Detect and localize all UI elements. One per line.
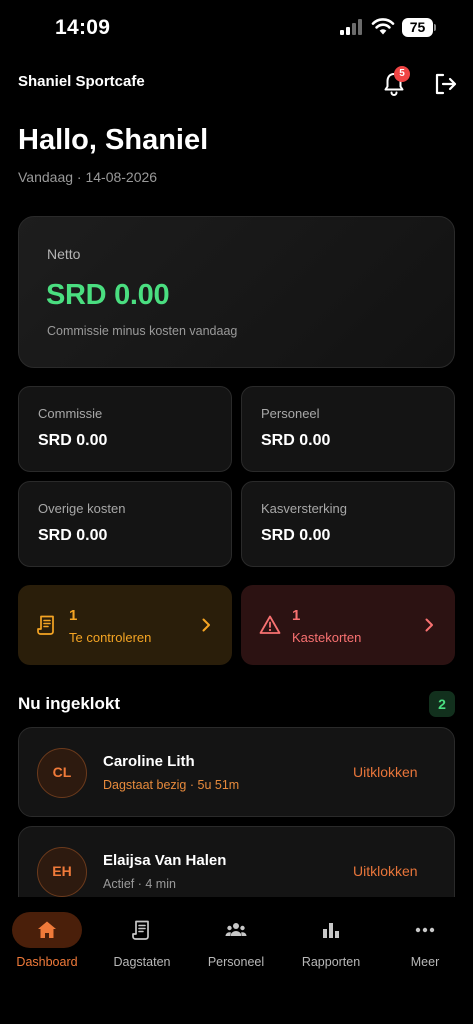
cellular-signal-icon <box>340 19 362 35</box>
battery-level: 75 <box>402 18 433 37</box>
stat-value: SRD 0.00 <box>38 527 108 544</box>
netto-value: SRD 0.00 <box>46 279 170 311</box>
receipt-icon <box>37 615 54 635</box>
bar-chart-icon <box>323 923 339 938</box>
stat-label: Commissie <box>38 406 103 421</box>
nav-item-personeel[interactable]: Personeel <box>189 912 283 972</box>
netto-subtitle: Commissie minus kosten vandaag <box>47 324 238 338</box>
document-icon <box>132 920 149 940</box>
stat-label: Overige kosten <box>38 501 126 516</box>
bottom-navigation: Dashboard Dagstaten Personeel Rapporten <box>0 897 473 1024</box>
nav-label: Dagstaten <box>113 955 171 969</box>
netto-card: Netto SRD 0.00 Commissie minus kosten va… <box>18 216 455 368</box>
person-status: Actief · 4 min <box>103 877 176 891</box>
warning-icon <box>259 615 281 634</box>
alert-count: 1 <box>69 607 78 624</box>
date-line: Vandaag · 14-08-2026 <box>18 169 158 185</box>
stat-card-personeel: Personeel SRD 0.00 <box>241 386 455 472</box>
clock-out-button[interactable]: Uitklokken <box>353 863 418 879</box>
avatar: EH <box>37 847 87 897</box>
more-icon <box>415 927 435 933</box>
stat-card-overige-kosten: Overige kosten SRD 0.00 <box>18 481 232 567</box>
notification-badge: 5 <box>394 66 410 82</box>
battery-icon: 75 <box>402 18 436 37</box>
netto-label: Netto <box>47 246 81 262</box>
stat-value: SRD 0.00 <box>261 527 331 544</box>
greeting-title: Hallo, Shaniel <box>18 124 209 156</box>
alert-count: 1 <box>292 607 301 624</box>
stat-label: Kasversterking <box>261 501 347 516</box>
wifi-icon <box>371 18 395 35</box>
alert-label: Te controleren <box>69 630 152 645</box>
alert-card-kastekorten[interactable]: 1 Kastekorten <box>241 585 455 665</box>
clock-out-button[interactable]: Uitklokken <box>353 764 418 780</box>
stat-card-kasversterking: Kasversterking SRD 0.00 <box>241 481 455 567</box>
logout-icon[interactable] <box>432 70 460 98</box>
person-name: Caroline Lith <box>103 753 195 770</box>
people-icon <box>225 923 247 936</box>
chevron-right-icon <box>425 618 433 632</box>
nav-label: Dashboard <box>16 955 78 969</box>
avatar: CL <box>37 748 87 798</box>
nav-label: Meer <box>410 955 440 969</box>
home-icon <box>38 921 56 938</box>
section-title-clocked-in: Nu ingeklokt <box>18 694 121 713</box>
nav-label: Personeel <box>207 955 265 969</box>
status-time: 14:09 <box>55 16 111 39</box>
status-bar: 14:09 75 <box>0 0 473 56</box>
person-name: Elaijsa Van Halen <box>103 852 227 869</box>
person-status: Dagstaat bezig · 5u 51m <box>103 778 240 792</box>
clocked-in-count-badge: 2 <box>429 691 455 717</box>
stat-value: SRD 0.00 <box>261 432 331 449</box>
nav-item-dagstaten[interactable]: Dagstaten <box>95 912 189 972</box>
stat-label: Personeel <box>261 406 320 421</box>
alert-label: Kastekorten <box>292 630 362 645</box>
chevron-right-icon <box>202 618 210 632</box>
alert-card-te-controleren[interactable]: 1 Te controleren <box>18 585 232 665</box>
nav-item-rapporten[interactable]: Rapporten <box>284 912 378 972</box>
app-title: Shaniel Sportcafe <box>18 73 145 90</box>
nav-item-dashboard[interactable]: Dashboard <box>0 912 94 972</box>
stat-value: SRD 0.00 <box>38 432 108 449</box>
nav-item-meer[interactable]: Meer <box>378 912 472 972</box>
list-item[interactable]: CL Caroline Lith Dagstaat bezig · 5u 51m… <box>18 727 455 817</box>
stat-card-commissie: Commissie SRD 0.00 <box>18 386 232 472</box>
nav-label: Rapporten <box>301 955 361 969</box>
